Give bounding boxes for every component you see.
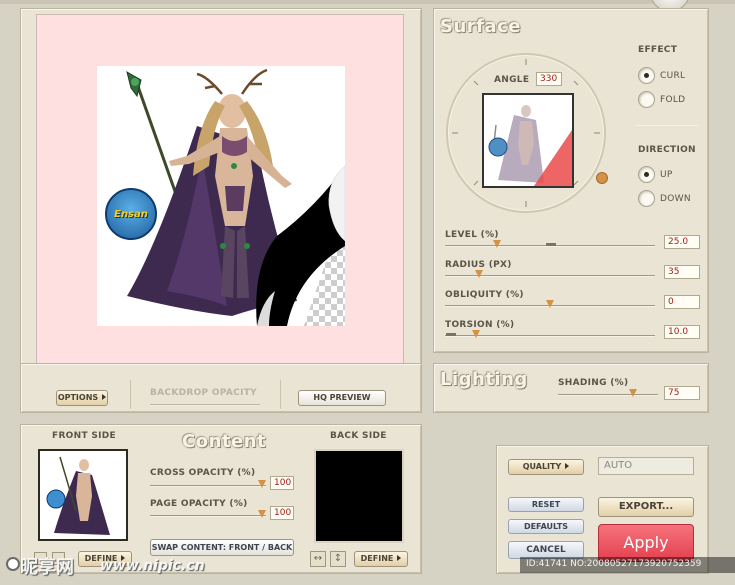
- radius-thumb[interactable]: [475, 270, 484, 278]
- quality-button[interactable]: QUALITY: [508, 459, 584, 475]
- toolbar-divider-2: [280, 380, 281, 410]
- lighting-title: Lighting: [440, 369, 528, 390]
- level-label: LEVEL (%): [445, 230, 499, 240]
- shading-input[interactable]: 75: [664, 386, 700, 400]
- back-side-thumb[interactable]: [314, 449, 404, 543]
- radius-label: RADIUS (PX): [445, 260, 512, 270]
- backdrop-opacity-label: BACKDROP OPACITY: [150, 388, 257, 398]
- page-opacity-thumb[interactable]: [258, 510, 267, 518]
- watermark-id: ID:41741 NO:20080527173920752359: [526, 559, 702, 569]
- arrow-right-icon: [102, 394, 107, 400]
- export-label: EXPORT...: [618, 501, 674, 512]
- direction-label: DIRECTION: [638, 145, 696, 155]
- apply-label: Apply: [623, 533, 669, 552]
- angle-preview-thumb: [482, 93, 574, 188]
- arrow-right-icon: [397, 555, 402, 561]
- hq-preview-label: HQ PREVIEW: [313, 393, 371, 402]
- quality-field[interactable]: AUTO: [598, 457, 694, 475]
- direction-up-label: UP: [660, 170, 673, 180]
- back-flip-v-button[interactable]: ↕: [330, 551, 346, 567]
- export-button[interactable]: EXPORT...: [598, 497, 694, 517]
- torsion-label: TORSION (%): [445, 320, 515, 330]
- page-opacity-input[interactable]: 100: [270, 506, 294, 520]
- top-strip: [0, 0, 735, 4]
- page-curl: [256, 165, 345, 326]
- angle-label: ANGLE: [494, 75, 530, 85]
- effect-fold-label: FOLD: [660, 95, 686, 105]
- dial-knob[interactable]: [596, 172, 608, 184]
- quality-value: AUTO: [604, 460, 633, 471]
- hq-preview-button[interactable]: HQ PREVIEW: [298, 390, 386, 406]
- direction-down-label: DOWN: [660, 194, 691, 204]
- arrow-right-icon: [565, 463, 570, 469]
- cross-opacity-slider[interactable]: [150, 485, 266, 487]
- shading-slider[interactable]: [558, 394, 658, 396]
- backdrop-opacity-slider[interactable]: [150, 404, 260, 406]
- angle-input[interactable]: 330: [536, 72, 562, 86]
- obliquity-thumb[interactable]: [546, 300, 555, 308]
- effect-label: EFFECT: [638, 45, 678, 55]
- torsion-thumb[interactable]: [472, 330, 481, 338]
- front-side-label: FRONT SIDE: [52, 431, 116, 441]
- cancel-label: CANCEL: [526, 545, 566, 555]
- level-thumb[interactable]: [493, 240, 502, 248]
- surface-divider: [636, 125, 698, 126]
- shading-thumb[interactable]: [629, 389, 638, 397]
- obliquity-input[interactable]: 0: [664, 295, 700, 309]
- reset-button[interactable]: RESET: [508, 497, 584, 512]
- level-midmark: [546, 243, 556, 246]
- shading-label: SHADING (%): [558, 378, 629, 388]
- thumb-figure: [488, 105, 572, 186]
- torsion-input[interactable]: 10.0: [664, 325, 700, 339]
- back-flip-h-button[interactable]: ↔: [310, 551, 326, 567]
- watermark-url: www.nipic.cn: [100, 558, 205, 574]
- back-define-label: DEFINE: [360, 554, 394, 563]
- defaults-button[interactable]: DEFAULTS: [508, 519, 584, 534]
- back-side-label: BACK SIDE: [330, 431, 387, 441]
- effect-curl-radio[interactable]: [638, 67, 655, 84]
- effect-curl-label: CURL: [660, 71, 686, 81]
- watermark-logo: 昵享网: [20, 557, 74, 578]
- obliquity-label: OBLIQUITY (%): [445, 290, 524, 300]
- watermark-logo-icon: [6, 557, 20, 571]
- back-define-button[interactable]: DEFINE: [354, 551, 408, 567]
- surface-title: Surface: [440, 16, 522, 37]
- quality-label: QUALITY: [522, 462, 562, 471]
- page-opacity-label: PAGE OPACITY (%): [150, 499, 248, 509]
- level-input[interactable]: 25.0: [664, 235, 700, 249]
- direction-down-radio[interactable]: [638, 190, 655, 207]
- flip-horizontal-icon: ↔: [313, 553, 323, 564]
- swap-content-button[interactable]: SWAP CONTENT: FRONT / BACK: [150, 539, 294, 556]
- front-side-thumb[interactable]: [38, 449, 128, 541]
- effect-fold-radio[interactable]: [638, 91, 655, 108]
- flip-vertical-icon: ↕: [333, 553, 343, 564]
- cross-opacity-input[interactable]: 100: [270, 476, 294, 490]
- cross-opacity-thumb[interactable]: [258, 480, 267, 488]
- direction-up-radio[interactable]: [638, 166, 655, 183]
- page-opacity-slider[interactable]: [150, 515, 266, 517]
- front-thumb-figure: [46, 456, 110, 535]
- torsion-midmark: [446, 333, 456, 336]
- toolbar-divider-1: [130, 380, 131, 410]
- options-button[interactable]: OPTIONS: [56, 390, 108, 406]
- defaults-label: DEFAULTS: [523, 522, 569, 531]
- swap-content-label: SWAP CONTENT: FRONT / BACK: [151, 543, 293, 552]
- options-label: OPTIONS: [57, 393, 99, 402]
- cross-opacity-label: CROSS OPACITY (%): [150, 468, 256, 478]
- reset-label: RESET: [531, 500, 561, 509]
- radius-input[interactable]: 35: [664, 265, 700, 279]
- content-title: Content: [182, 431, 267, 452]
- preview-image-area: Ensan: [97, 66, 345, 326]
